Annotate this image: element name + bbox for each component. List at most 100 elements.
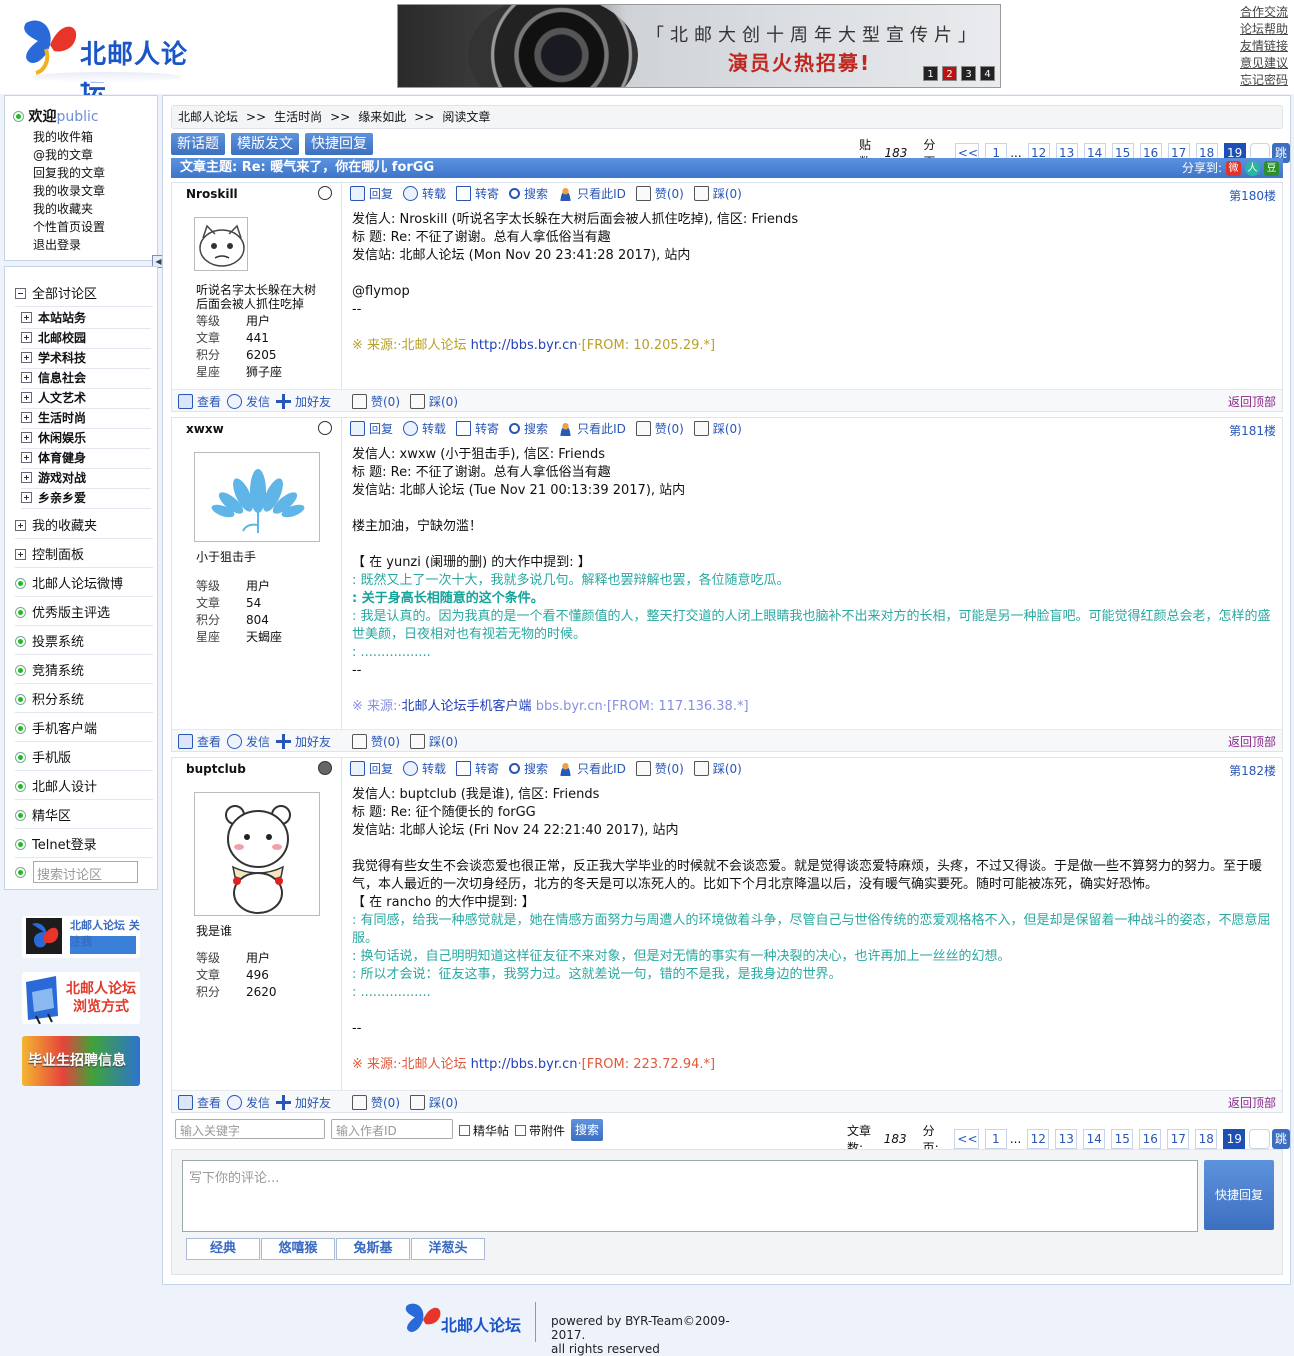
view-profile-button[interactable]: 查看 [178, 393, 221, 410]
source-link[interactable]: 北邮人论坛手机客户端 [402, 699, 532, 714]
page-button[interactable]: 15 [1111, 1129, 1134, 1149]
top-link[interactable]: 友情链接 [1228, 38, 1288, 55]
author-username[interactable]: xwxw [186, 422, 224, 436]
page-button[interactable]: 12 [1027, 1129, 1050, 1149]
emoji-tab-onion[interactable]: 洋葱头 [411, 1238, 485, 1260]
banner-page-1[interactable]: 1 [923, 66, 938, 81]
promo-jobs[interactable]: 毕业生招聘信息 [22, 1036, 140, 1086]
view-profile-button[interactable]: 查看 [178, 733, 221, 750]
page-button[interactable]: 13 [1055, 1129, 1078, 1149]
comment-textarea[interactable]: 写下你的评论... [182, 1160, 1198, 1232]
emoji-tab-rabbit[interactable]: 兔斯基 [336, 1238, 410, 1260]
add-friend-button[interactable]: 加好友 [276, 733, 331, 750]
transfer-button[interactable]: 转寄 [456, 420, 499, 437]
dislike-button[interactable]: 踩(0) [693, 760, 742, 777]
checkbox-box[interactable] [459, 1125, 470, 1136]
checkbox-box[interactable] [515, 1125, 526, 1136]
reply-button[interactable]: 回复 [350, 760, 393, 777]
user-menu-item[interactable]: @我的文章 [33, 146, 105, 164]
top-link[interactable]: 忘记密码 [1228, 72, 1288, 89]
avatar[interactable] [194, 452, 320, 542]
dislike-button[interactable]: 踩(0) [410, 393, 458, 410]
nav-section-item[interactable]: 本站站务 [21, 309, 151, 329]
view-profile-button[interactable]: 查看 [178, 1094, 221, 1111]
avatar[interactable] [194, 217, 248, 271]
send-message-button[interactable]: 发信 [227, 733, 270, 750]
like-button[interactable]: 赞(0) [635, 760, 684, 777]
author-id-input[interactable]: 输入作者ID [331, 1119, 453, 1139]
nav-control-panel[interactable]: 控制面板 [15, 544, 153, 568]
page-button[interactable]: 16 [1139, 1129, 1162, 1149]
page-button[interactable]: 19 [1223, 1129, 1246, 1149]
user-menu-item[interactable]: 退出登录 [33, 236, 105, 254]
emoji-tab-monkey[interactable]: 悠嘻猴 [261, 1238, 335, 1260]
user-menu-item[interactable]: 回复我的文章 [33, 164, 105, 182]
user-menu-item[interactable]: 我的收藏夹 [33, 200, 105, 218]
add-friend-button[interactable]: 加好友 [276, 393, 331, 410]
section-search-input[interactable]: 搜索讨论区 [33, 861, 138, 883]
author-username[interactable]: Nroskill [186, 187, 238, 201]
forward-button[interactable]: 转载 [403, 760, 446, 777]
nav-section-item[interactable]: 学术科技 [21, 349, 151, 369]
page-button[interactable]: 14 [1083, 1129, 1106, 1149]
transfer-button[interactable]: 转寄 [456, 760, 499, 777]
dislike-button[interactable]: 踩(0) [693, 420, 742, 437]
dislike-button[interactable]: 踩(0) [410, 733, 458, 750]
nav-link-item[interactable]: 优秀版主评选 [15, 602, 153, 626]
quick-reply-submit-button[interactable]: 快捷回复 [1204, 1160, 1274, 1230]
quick-reply-button[interactable]: 快捷回复 [305, 133, 373, 155]
forward-button[interactable]: 转载 [403, 420, 446, 437]
reply-button[interactable]: 回复 [350, 185, 393, 202]
send-message-button[interactable]: 发信 [227, 393, 270, 410]
search-author-button[interactable]: 搜索 [509, 420, 548, 437]
add-friend-button[interactable]: 加好友 [276, 1094, 331, 1111]
page-button[interactable]: 17 [1167, 1129, 1190, 1149]
only-this-id-button[interactable]: 只看此ID [558, 185, 626, 202]
nav-link-item[interactable]: 竞猜系统 [15, 660, 153, 684]
nav-section-item[interactable]: 信息社会 [21, 369, 151, 389]
attachment-checkbox[interactable]: 带附件 [515, 1122, 565, 1139]
source-link[interactable]: http://bbs.byr.cn [471, 338, 578, 353]
nav-link-item[interactable]: 投票系统 [15, 631, 153, 655]
top-link[interactable]: 合作交流 [1228, 4, 1288, 21]
nav-link-item[interactable]: 北邮人论坛微博 [15, 573, 153, 597]
author-username[interactable]: buptclub [186, 762, 246, 776]
nav-favorites[interactable]: 我的收藏夹 [15, 515, 153, 539]
nav-link-item[interactable]: 积分系统 [15, 689, 153, 713]
banner-page-2[interactable]: 2 [942, 66, 957, 81]
nav-section-item[interactable]: 游戏对战 [21, 469, 151, 489]
back-to-top-link[interactable]: 返回顶部 [1228, 393, 1276, 410]
nav-link-item[interactable]: 手机客户端 [15, 718, 153, 742]
site-logo[interactable]: 北邮人论坛 [20, 12, 200, 107]
elite-checkbox[interactable]: 精华帖 [459, 1122, 509, 1139]
new-topic-button[interactable]: 新话题 [171, 133, 225, 155]
back-to-top-link[interactable]: 返回顶部 [1228, 1094, 1276, 1111]
like-button[interactable]: 赞(0) [352, 1094, 400, 1111]
emoji-tab-classic[interactable]: 经典 [186, 1238, 260, 1260]
floor-number[interactable]: 第182楼 [1229, 762, 1276, 779]
search-author-button[interactable]: 搜索 [509, 185, 548, 202]
forward-button[interactable]: 转载 [403, 185, 446, 202]
template-post-button[interactable]: 模版发文 [231, 133, 299, 155]
breadcrumb-item[interactable]: 北邮人论坛 [178, 110, 238, 124]
renren-share-icon[interactable]: 人 [1245, 160, 1260, 176]
search-author-button[interactable]: 搜索 [509, 760, 548, 777]
send-message-button[interactable]: 发信 [227, 1094, 270, 1111]
nav-section-item[interactable]: 休闲娱乐 [21, 429, 151, 449]
prev-page-button[interactable]: << [954, 1129, 979, 1149]
only-this-id-button[interactable]: 只看此ID [558, 760, 626, 777]
page-button[interactable]: 1 [984, 1129, 1007, 1149]
like-button[interactable]: 赞(0) [635, 420, 684, 437]
nav-link-item[interactable]: Telnet登录 [15, 834, 153, 858]
banner-page-4[interactable]: 4 [980, 66, 995, 81]
nav-link-item[interactable]: 北邮人设计 [15, 776, 153, 800]
user-menu-item[interactable]: 个性首页设置 [33, 218, 105, 236]
promo-browse[interactable]: 北邮人论坛 浏览方式 [22, 972, 140, 1024]
douban-share-icon[interactable]: 豆 [1264, 160, 1279, 176]
avatar[interactable] [194, 792, 320, 916]
like-button[interactable]: 赞(0) [635, 185, 684, 202]
footer-logo[interactable]: 北邮人论坛 [403, 1298, 523, 1342]
nav-section-item[interactable]: 北邮校园 [21, 329, 151, 349]
breadcrumb-item[interactable]: 缘来如此 [358, 110, 406, 124]
dislike-button[interactable]: 踩(0) [410, 1094, 458, 1111]
